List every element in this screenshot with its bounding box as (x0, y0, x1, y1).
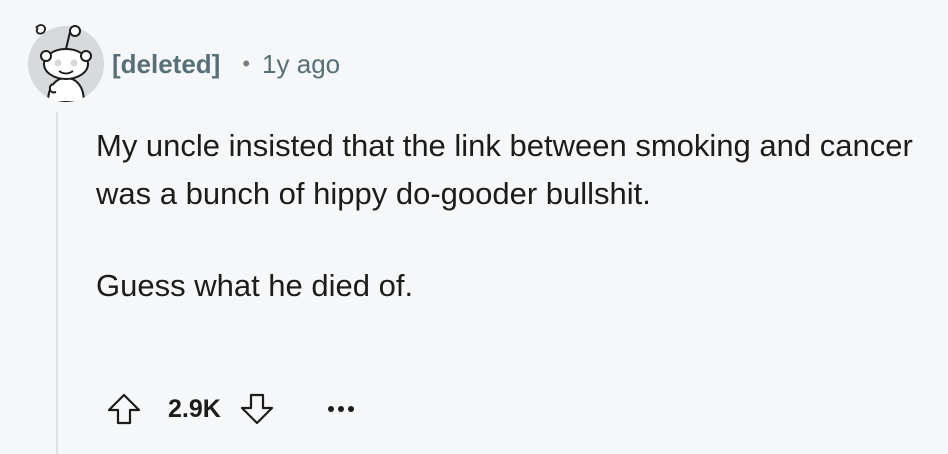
upvote-button[interactable] (104, 389, 144, 429)
comment-paragraph: My uncle insisted that the link between … (96, 128, 913, 211)
thread-line[interactable] (56, 112, 58, 454)
comment-header: [deleted] • 1y ago (112, 46, 340, 82)
comment-actions: 2.9K (104, 388, 361, 430)
more-options-icon (327, 406, 354, 412)
comment-paragraph: Guess what he died of. (96, 268, 414, 303)
downvote-button[interactable] (237, 389, 277, 429)
vote-score: 2.9K (168, 394, 221, 423)
comment: [deleted] • 1y ago My uncle insisted tha… (0, 0, 948, 454)
downvote-arrow-icon (240, 393, 273, 425)
meta-separator: • (242, 51, 251, 76)
author-name[interactable]: [deleted] (112, 49, 220, 80)
comment-body: My uncle insisted that the link between … (96, 122, 916, 310)
avatar[interactable] (26, 20, 106, 102)
more-options-button[interactable] (321, 389, 361, 429)
upvote-arrow-icon (107, 393, 141, 425)
snoo-avatar-icon (28, 24, 104, 102)
timestamp[interactable]: 1y ago (262, 49, 340, 80)
